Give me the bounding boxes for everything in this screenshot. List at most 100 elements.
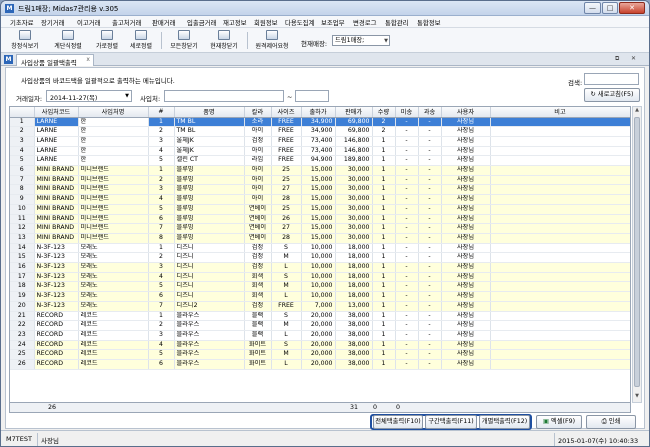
minimize-button[interactable]: —	[584, 2, 601, 14]
menu-item[interactable]: 통합관리	[385, 18, 409, 27]
table-cell[interactable]	[490, 359, 630, 370]
table-cell[interactable]: 10,000	[301, 291, 336, 302]
table-cell[interactable]: 27	[271, 223, 302, 234]
table-cell[interactable]: M	[271, 320, 302, 331]
table-cell[interactable]: -	[418, 126, 442, 137]
table-cell[interactable]: 회색	[244, 272, 272, 283]
table-cell[interactable]: N-3F-123	[34, 252, 79, 264]
table-cell[interactable]: FREE	[271, 126, 302, 137]
table-cell[interactable]: M	[271, 349, 302, 361]
table-cell[interactable]: 사장님	[441, 252, 491, 264]
cascade-view-button[interactable]: 창정식보기	[4, 30, 46, 51]
table-cell[interactable]: 화이트	[244, 349, 272, 361]
table-cell[interactable]: -	[395, 155, 419, 167]
table-cell[interactable]	[490, 272, 630, 283]
table-cell[interactable]: 146,800	[335, 146, 373, 157]
table-cell[interactable]: 20,000	[301, 340, 336, 351]
table-cell[interactable]: -	[395, 184, 419, 196]
table-cell[interactable]: 2	[148, 252, 175, 264]
table-cell[interactable]: M	[271, 281, 302, 293]
table-cell[interactable]: 4	[148, 272, 175, 283]
table-cell[interactable]: 94,900	[301, 155, 336, 167]
table-cell[interactable]	[490, 262, 630, 273]
table-cell[interactable]: -	[395, 175, 419, 186]
table-cell[interactable]: 사장님	[441, 165, 491, 176]
table-cell[interactable]: 아이	[244, 146, 272, 157]
table-cell[interactable]: MINI BRAND	[34, 214, 79, 225]
table-cell[interactable]: 1	[372, 281, 396, 293]
table-row[interactable]: 11 MINI BRAND 미니브랜드 6 블루밍 연베이 26 15,000 30,000 1-…	[10, 214, 630, 225]
print-all-button[interactable]: 전체택출력(F10)	[373, 415, 423, 429]
table-cell[interactable]	[490, 291, 630, 302]
data-grid[interactable]: 사입처코드 사입처명 # 품명 칼라 사이즈 출하가 판매가 수량 미송 과송 사용자 비고 1 LARN…	[9, 106, 631, 403]
column-header[interactable]: #	[148, 107, 175, 118]
table-cell[interactable]: 모래노	[78, 281, 149, 293]
excel-button[interactable]: ▣ 엑셀(F9)	[536, 415, 582, 429]
table-cell[interactable]: 8	[148, 233, 175, 244]
table-cell[interactable]: 1	[372, 175, 396, 186]
table-cell[interactable]: 34,900	[301, 117, 336, 128]
table-cell[interactable]: 블루밍	[174, 165, 245, 176]
table-cell[interactable]: S	[271, 272, 302, 283]
table-cell[interactable]: 1	[372, 359, 396, 370]
table-cell[interactable]: 디즈니	[174, 272, 245, 283]
close-icon[interactable]: ✕	[631, 55, 636, 62]
table-cell[interactable]: 10,000	[301, 243, 336, 254]
table-row[interactable]: 12 MINI BRAND 미니브랜드 7 블루밍 연베이 27 15,000 30,000 1-…	[10, 223, 630, 234]
table-cell[interactable]	[490, 204, 630, 215]
table-cell[interactable]: 아이	[244, 165, 272, 176]
table-cell[interactable]: N-3F-123	[34, 243, 79, 254]
table-cell[interactable]: 회색	[244, 281, 272, 293]
table-cell[interactable]: 미니브랜드	[78, 184, 149, 196]
menu-item[interactable]: 다용도집계	[285, 18, 314, 27]
table-cell[interactable]: 블라우스	[174, 311, 245, 322]
remote-control-button[interactable]: 원격제어요청	[250, 30, 294, 51]
table-cell[interactable]: -	[395, 359, 419, 370]
table-cell[interactable]: L	[271, 291, 302, 302]
table-cell[interactable]: 20,000	[301, 311, 336, 322]
table-cell[interactable]: 15,000	[301, 184, 336, 196]
table-cell[interactable]: 18,000	[335, 252, 373, 264]
table-cell[interactable]: 1	[372, 311, 396, 322]
table-cell[interactable]: 7	[148, 301, 175, 312]
table-cell[interactable]: 아이	[244, 184, 272, 196]
table-cell[interactable]: 10,000	[301, 272, 336, 283]
table-cell[interactable]: 25	[271, 204, 302, 215]
table-cell[interactable]: 아이	[244, 126, 272, 137]
table-cell[interactable]: 한	[78, 155, 149, 167]
table-cell[interactable]: 1	[372, 184, 396, 196]
table-cell[interactable]	[490, 117, 630, 128]
table-cell[interactable]: 사장님	[441, 155, 491, 167]
table-cell[interactable]: -	[395, 281, 419, 293]
table-cell[interactable]: 1	[372, 272, 396, 283]
table-cell[interactable]: LARNE	[34, 126, 79, 137]
table-cell[interactable]	[490, 223, 630, 234]
table-cell[interactable]: -	[418, 349, 442, 361]
table-cell[interactable]: -	[418, 281, 442, 293]
table-cell[interactable]: S	[271, 340, 302, 351]
table-cell[interactable]: 사장님	[441, 340, 491, 351]
table-cell[interactable]: 디즈니	[174, 262, 245, 273]
scroll-down-icon[interactable]: ▼	[633, 393, 641, 402]
table-cell[interactable]: 사장님	[441, 330, 491, 341]
table-cell[interactable]: 블루밍	[174, 175, 245, 186]
table-cell[interactable]: 38,000	[335, 311, 373, 322]
table-cell[interactable]	[490, 126, 630, 137]
print-button[interactable]: ⎙ 인쇄	[586, 415, 636, 429]
store-select[interactable]: 드림1매장; ▼	[332, 35, 390, 46]
print-each-button[interactable]: 개별택출력(F12)	[479, 415, 530, 429]
table-cell[interactable]: 1	[148, 243, 175, 254]
table-cell[interactable]: 1	[372, 243, 396, 254]
table-cell[interactable]: 3	[148, 330, 175, 341]
table-cell[interactable]: 사장님	[441, 204, 491, 215]
table-cell[interactable]	[490, 330, 630, 341]
table-cell[interactable]: 모래노	[78, 252, 149, 264]
table-cell[interactable]: 블루밍	[174, 233, 245, 244]
table-cell[interactable]: 검정	[244, 136, 272, 147]
table-cell[interactable]: 레코드	[78, 359, 149, 370]
table-cell[interactable]: 1	[372, 330, 396, 341]
menu-item[interactable]: 이고거래	[77, 18, 101, 27]
scroll-thumb[interactable]	[634, 117, 640, 387]
menu-item[interactable]: 회원정보	[254, 18, 278, 27]
table-cell[interactable]: N-3F-123	[34, 291, 79, 302]
